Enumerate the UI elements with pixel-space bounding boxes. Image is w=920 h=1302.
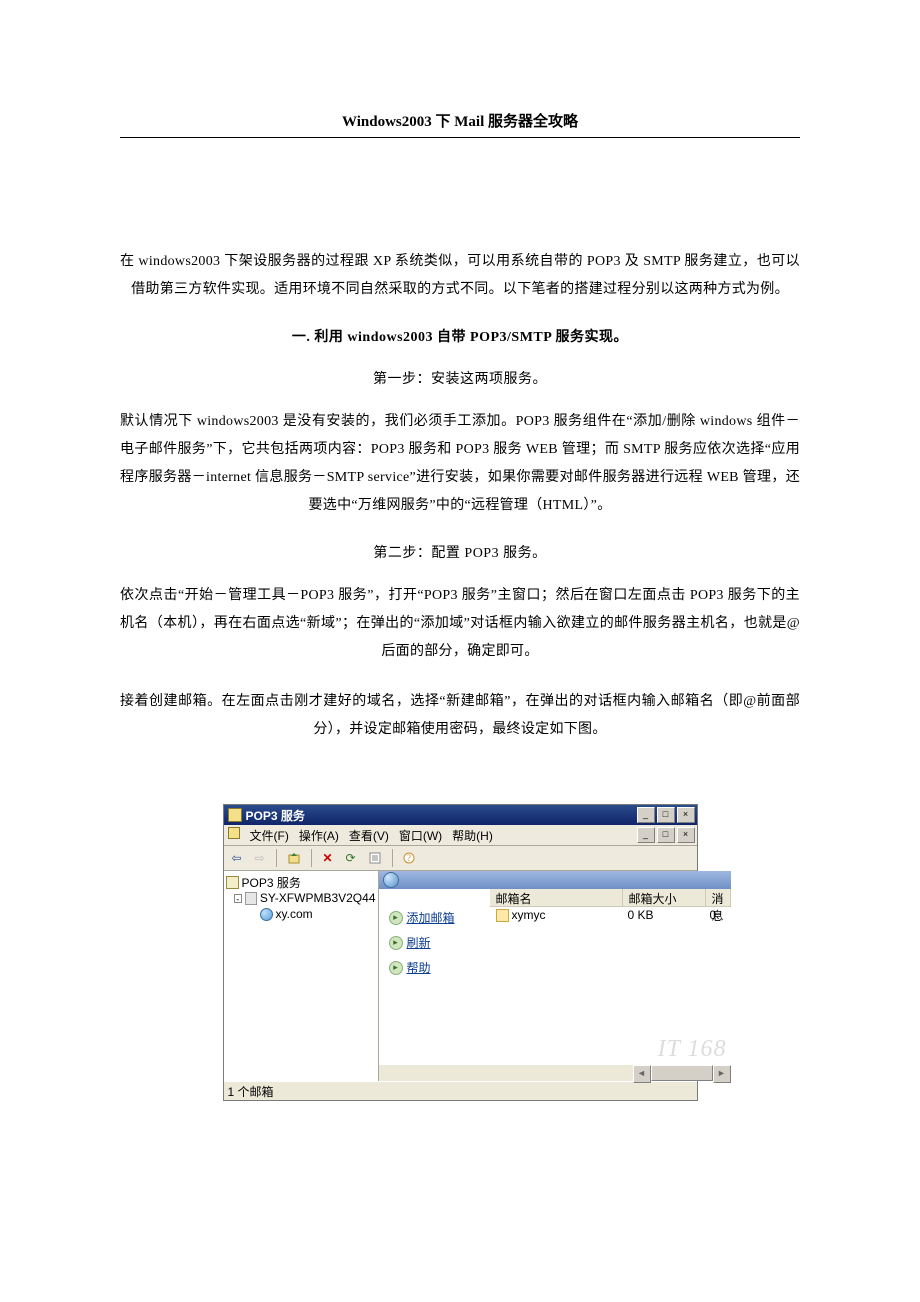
mdi-close-button[interactable]: ×: [677, 827, 695, 843]
content-pane: ▸ 添加邮箱 ▸ 刷新 ▸ 帮助: [379, 871, 731, 1081]
refresh-link[interactable]: ▸ 刷新: [389, 934, 484, 951]
menu-window[interactable]: 窗口(W): [399, 827, 442, 844]
menu-help[interactable]: 帮助(H): [452, 827, 493, 844]
service-icon: [226, 876, 239, 889]
back-button[interactable]: ⇦: [228, 849, 246, 867]
help-toolbar-button[interactable]: ?: [400, 849, 418, 867]
server-icon: [245, 892, 257, 905]
tree-host[interactable]: - SY-XFWPMB3V2Q44: [226, 890, 376, 906]
domain-header-icon: [383, 872, 399, 888]
mailbox-name: xymyc: [512, 908, 546, 922]
tree-pane: POP3 服务 - SY-XFWPMB3V2Q44 xy.com: [224, 871, 379, 1081]
forward-button[interactable]: ⇨: [251, 849, 269, 867]
task-list: ▸ 添加邮箱 ▸ 刷新 ▸ 帮助: [379, 889, 490, 1081]
tree-domain[interactable]: xy.com: [226, 906, 376, 922]
arrow-icon: ▸: [389, 911, 403, 925]
window-title: POP3 服务: [246, 807, 305, 824]
screenshot-figure: POP3 服务 _ □ × 文件(F) 操作(A) 查看(V) 窗口(W) 帮助…: [223, 804, 698, 1101]
app-icon-small: [228, 827, 240, 839]
toolbar-separator-2: [311, 849, 312, 867]
mailbox-list: 邮箱名 邮箱大小 消息 xymyc 0 KB 0: [490, 889, 731, 1081]
col-header-size[interactable]: 邮箱大小: [623, 889, 706, 906]
toolbar-separator: [276, 849, 277, 867]
menu-view[interactable]: 查看(V): [349, 827, 389, 844]
col-header-name[interactable]: 邮箱名: [490, 889, 623, 906]
intro-paragraph: 在 windows2003 下架设服务器的过程跟 XP 系统类似，可以用系统自带…: [120, 248, 800, 304]
scroll-left-button[interactable]: ◄: [633, 1065, 651, 1083]
tree-host-label: SY-XFWPMB3V2Q44: [260, 891, 376, 905]
paragraph-2: 依次点击“开始－管理工具－POP3 服务”，打开“POP3 服务”主窗口；然后在…: [120, 582, 800, 666]
paragraph-3: 接着创建邮箱。在左面点击刚才建好的域名，选择“新建邮箱”，在弹出的对话框内输入邮…: [120, 688, 800, 744]
col-header-msgs[interactable]: 消息: [706, 889, 731, 906]
title-divider: [120, 137, 800, 138]
mailbox-msgs: 0: [704, 907, 731, 923]
menu-action[interactable]: 操作(A): [299, 827, 339, 844]
horizontal-scrollbar[interactable]: ◄ ►: [379, 1065, 731, 1081]
collapse-icon[interactable]: -: [234, 894, 242, 903]
step-2-heading: 第二步：配置 POP3 服务。: [120, 542, 800, 562]
toolbar: ⇦ ⇨ ✕ ⟳ ?: [224, 846, 697, 871]
pop3-window: POP3 服务 _ □ × 文件(F) 操作(A) 查看(V) 窗口(W) 帮助…: [223, 804, 698, 1101]
mdi-minimize-button[interactable]: _: [637, 827, 655, 843]
arrow-icon: ▸: [389, 936, 403, 950]
tree-root[interactable]: POP3 服务: [226, 874, 376, 890]
paragraph-1: 默认情况下 windows2003 是没有安装的，我们必须手工添加。POP3 服…: [120, 408, 800, 520]
arrow-icon: ▸: [389, 961, 403, 975]
mailbox-icon: [496, 909, 509, 922]
menu-bar: 文件(F) 操作(A) 查看(V) 窗口(W) 帮助(H) _ □ ×: [224, 825, 697, 846]
list-header-row: 邮箱名 邮箱大小 消息: [490, 889, 731, 907]
section-1-heading: 一. 利用 windows2003 自带 POP3/SMTP 服务实现。: [120, 326, 800, 346]
maximize-button[interactable]: □: [657, 807, 675, 823]
menu-file[interactable]: 文件(F): [250, 827, 289, 844]
properties-button[interactable]: [365, 848, 385, 868]
delete-button[interactable]: ✕: [319, 849, 337, 867]
mailbox-row[interactable]: xymyc 0 KB 0: [490, 907, 731, 923]
globe-icon: [260, 908, 273, 921]
scroll-right-button[interactable]: ►: [713, 1065, 731, 1083]
status-bar: 1 个邮箱: [224, 1081, 697, 1100]
task-header: [379, 871, 731, 889]
toolbar-separator-3: [392, 849, 393, 867]
document-title: Windows2003 下 Mail 服务器全攻略: [120, 110, 800, 137]
refresh-label: 刷新: [407, 934, 431, 951]
add-mailbox-label: 添加邮箱: [407, 909, 455, 926]
help-link[interactable]: ▸ 帮助: [389, 959, 484, 976]
mdi-restore-button[interactable]: □: [657, 827, 675, 843]
tree-root-label: POP3 服务: [242, 874, 301, 891]
app-icon: [228, 808, 242, 822]
refresh-toolbar-button[interactable]: ⟳: [342, 849, 360, 867]
window-titlebar: POP3 服务 _ □ ×: [224, 805, 697, 825]
minimize-button[interactable]: _: [637, 807, 655, 823]
close-button[interactable]: ×: [677, 807, 695, 823]
mailbox-size: 0 KB: [622, 907, 704, 923]
svg-text:?: ?: [407, 853, 411, 863]
status-text: 1 个邮箱: [228, 1083, 274, 1100]
help-label: 帮助: [407, 959, 431, 976]
scroll-thumb[interactable]: [651, 1065, 713, 1081]
add-mailbox-link[interactable]: ▸ 添加邮箱: [389, 909, 484, 926]
step-1-heading: 第一步：安装这两项服务。: [120, 368, 800, 388]
up-button[interactable]: [284, 848, 304, 868]
tree-domain-label: xy.com: [276, 907, 313, 921]
